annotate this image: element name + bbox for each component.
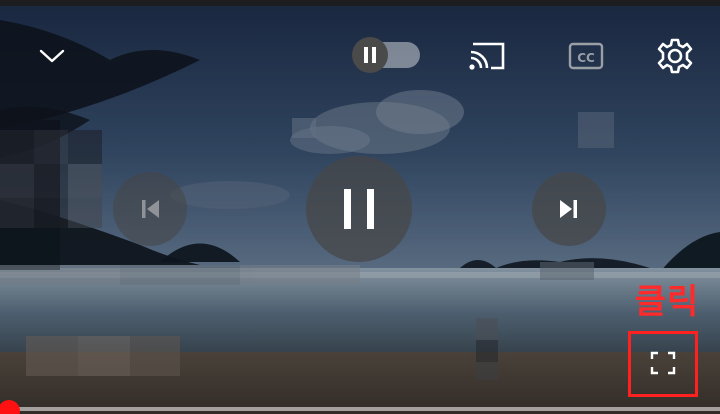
pause-icon [344, 189, 374, 229]
progress-bar[interactable] [0, 407, 720, 411]
gear-icon [657, 38, 693, 74]
closed-captions-icon: CC [568, 42, 604, 70]
captions-label: CC [577, 51, 595, 65]
autoplay-toggle-knob [352, 37, 388, 73]
top-edge-bar [0, 0, 720, 6]
settings-button[interactable] [652, 34, 698, 78]
chevron-down-icon [39, 49, 65, 63]
cast-icon [469, 42, 505, 70]
captions-button[interactable]: CC [564, 38, 608, 74]
pause-icon [364, 47, 376, 63]
cast-button[interactable] [464, 36, 510, 76]
play-pause-button[interactable] [306, 156, 412, 262]
next-button[interactable] [532, 172, 606, 246]
collapse-button[interactable] [30, 38, 74, 74]
annotation-highlight-box [628, 331, 698, 397]
previous-button[interactable] [113, 172, 187, 246]
skip-next-icon [560, 200, 577, 218]
skip-previous-icon [142, 200, 159, 218]
video-player[interactable]: CC 클릭 [0, 0, 720, 414]
annotation-label: 클릭 [634, 282, 700, 322]
